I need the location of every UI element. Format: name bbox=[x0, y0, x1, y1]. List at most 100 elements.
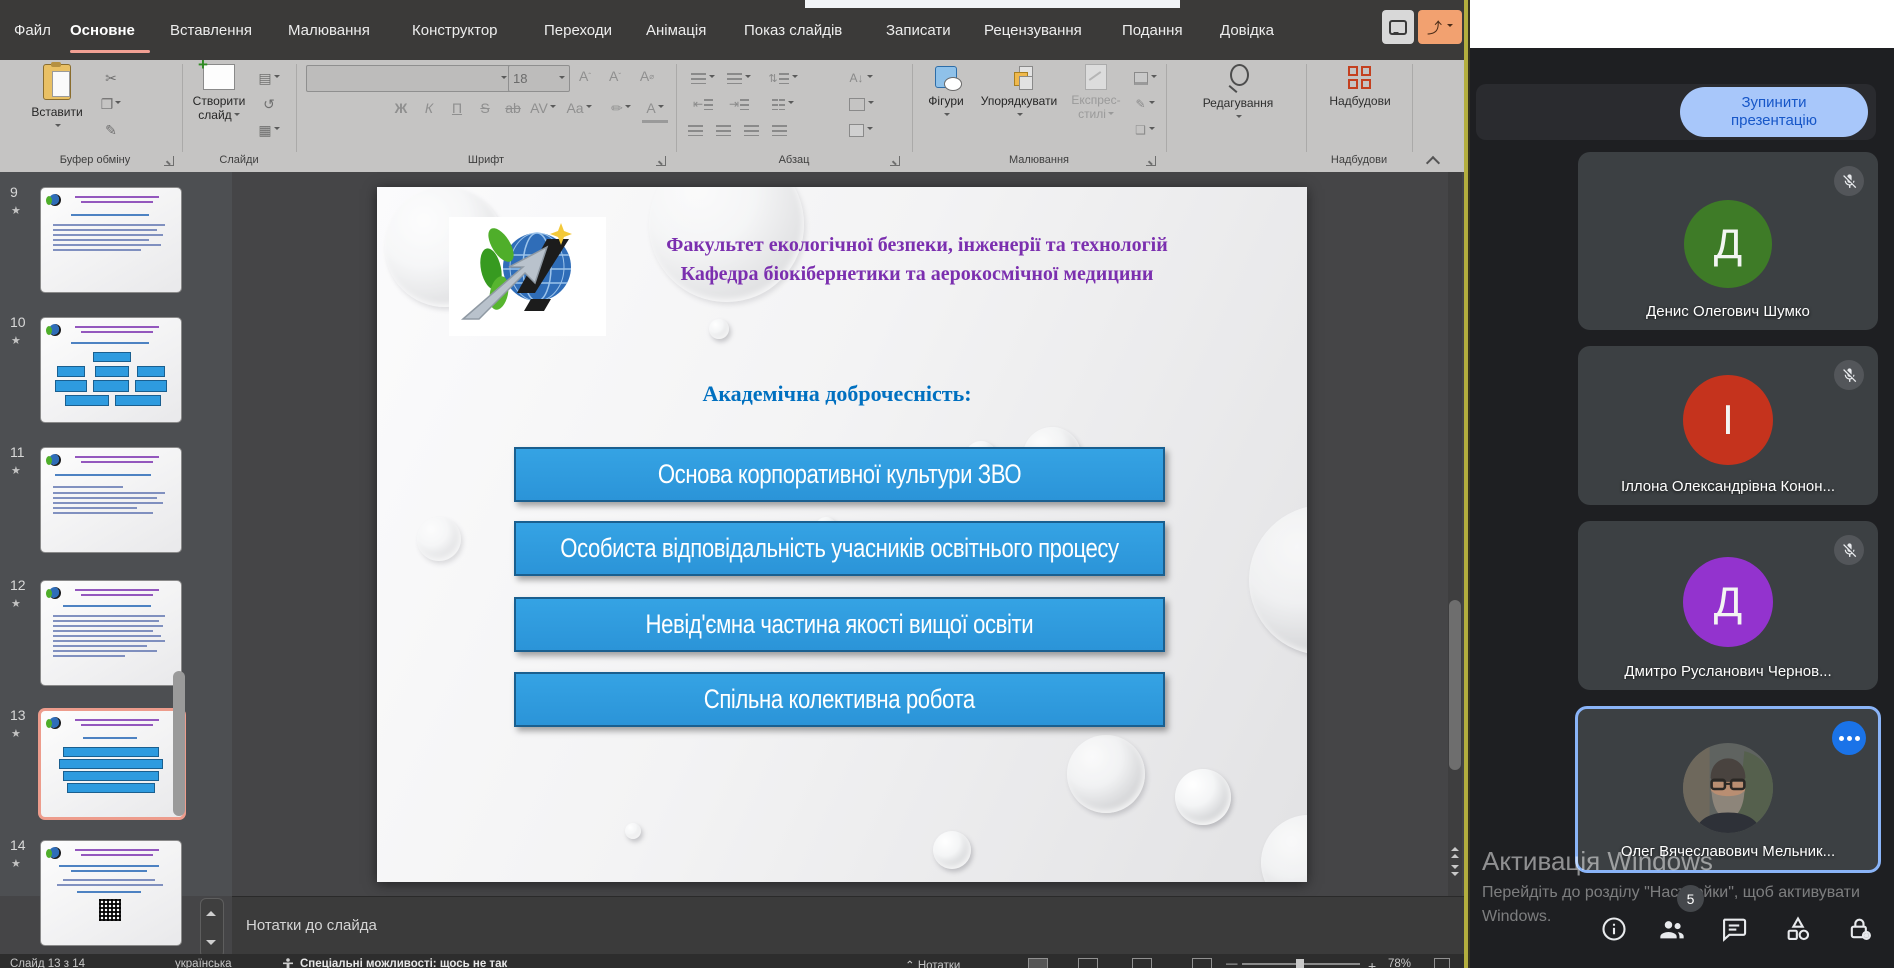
zoom-slider-thumb[interactable] bbox=[1296, 959, 1304, 968]
shape-fill-icon[interactable] bbox=[1130, 66, 1160, 90]
comments-button[interactable] bbox=[1382, 10, 1414, 44]
section-icon[interactable]: ▦ bbox=[254, 118, 284, 142]
tab-design[interactable]: Конструктор bbox=[412, 22, 498, 39]
underline-button[interactable]: П bbox=[444, 96, 470, 120]
notes-toggle[interactable]: ⌃ Нотатки bbox=[905, 958, 960, 968]
shape-effects-icon[interactable]: ❑ bbox=[1130, 118, 1160, 142]
slide-heading[interactable]: Академічна доброчесність: bbox=[517, 381, 1157, 407]
bold-button[interactable]: Ж bbox=[388, 96, 414, 120]
paragraph-dialog-launcher[interactable] bbox=[890, 156, 900, 166]
slide-sorter-view-button[interactable] bbox=[1078, 958, 1098, 968]
decrease-font-icon[interactable]: Aˇ bbox=[602, 64, 628, 88]
arrange-button[interactable]: Упорядкувати bbox=[976, 64, 1062, 122]
quick-styles-button[interactable]: Експрес- стилі bbox=[1066, 64, 1126, 121]
font-name-combobox[interactable] bbox=[306, 65, 512, 92]
shape-outline-icon[interactable]: ✎ bbox=[1130, 92, 1160, 116]
increase-font-icon[interactable]: Aˆ bbox=[572, 64, 598, 88]
sort-icon[interactable]: A↓ bbox=[846, 66, 876, 90]
text-direction-icon[interactable] bbox=[846, 92, 876, 116]
clear-formatting-icon[interactable]: A⌀ bbox=[634, 64, 660, 88]
zoom-level[interactable]: 78% bbox=[1388, 958, 1411, 968]
font-size-combobox[interactable]: 18 bbox=[508, 65, 570, 92]
character-spacing-icon[interactable]: AV bbox=[530, 96, 556, 120]
next-slide-button[interactable] bbox=[1448, 862, 1462, 884]
new-slide-button[interactable]: Створити слайд bbox=[188, 64, 250, 122]
editing-button[interactable]: Редагування bbox=[1190, 64, 1286, 124]
slide-thumbnail-11[interactable] bbox=[40, 447, 182, 553]
tab-file[interactable]: Файл bbox=[14, 22, 51, 39]
tab-record[interactable]: Записати bbox=[886, 22, 951, 39]
activities-icon[interactable] bbox=[1784, 915, 1812, 943]
tab-animations[interactable]: Анімація bbox=[646, 22, 706, 39]
font-color-icon[interactable]: A bbox=[642, 96, 668, 123]
align-right-icon[interactable] bbox=[736, 118, 766, 142]
tab-slideshow[interactable]: Показ слайдів bbox=[744, 22, 842, 39]
numbering-icon[interactable] bbox=[724, 66, 754, 90]
share-button[interactable]: ⤴ bbox=[1418, 10, 1462, 44]
notes-panel[interactable]: Нотатки до слайда bbox=[232, 896, 1464, 954]
slide-thumbnail-9[interactable] bbox=[40, 187, 182, 293]
stop-presenting-button[interactable]: Зупинити презентацію bbox=[1680, 87, 1868, 137]
change-case-icon[interactable]: Aa bbox=[566, 96, 592, 120]
slide-title[interactable]: Факультет екологічної безпеки, інженерії… bbox=[577, 231, 1257, 289]
accessibility-status[interactable]: Спеціальні можливості: щось не так bbox=[300, 958, 507, 968]
tab-view[interactable]: Подання bbox=[1122, 22, 1183, 39]
columns-icon[interactable] bbox=[768, 92, 798, 116]
slide-layout-icon[interactable]: ▤ bbox=[254, 66, 284, 90]
slide-thumbnail-12[interactable] bbox=[40, 580, 182, 686]
slideshow-button[interactable] bbox=[1192, 958, 1212, 968]
canvas-scrollbar-thumb[interactable] bbox=[1449, 600, 1461, 770]
canvas-scrollbar[interactable] bbox=[1448, 172, 1462, 896]
fit-slide-button[interactable] bbox=[1434, 958, 1450, 968]
strikethrough-button[interactable]: S bbox=[472, 96, 498, 120]
reset-slide-icon[interactable]: ↺ bbox=[254, 92, 284, 116]
slide-box-1[interactable]: Основа корпоративної культури ЗВО bbox=[514, 447, 1165, 502]
normal-view-button[interactable] bbox=[1028, 958, 1048, 968]
thumbnail-scrollbar-thumb[interactable] bbox=[173, 671, 185, 816]
language-status[interactable]: українська bbox=[175, 958, 232, 968]
participant-tile[interactable]: Д Денис Олегович Шумко bbox=[1578, 152, 1878, 330]
convert-smartart-icon[interactable] bbox=[846, 118, 876, 142]
collapse-ribbon-icon[interactable] bbox=[1426, 156, 1440, 170]
chat-icon[interactable] bbox=[1720, 915, 1748, 943]
slide-thumbnail-14[interactable] bbox=[40, 840, 182, 946]
align-center-icon[interactable] bbox=[708, 118, 738, 142]
tab-transitions[interactable]: Переходи bbox=[544, 22, 612, 39]
participant-tile[interactable]: І Іллона Олександрівна Конон... bbox=[1578, 346, 1878, 505]
highlight-color-icon[interactable]: ✏ bbox=[608, 96, 634, 120]
slide-thumbnail-10[interactable] bbox=[40, 317, 182, 423]
slide-canvas[interactable]: Факультет екологічної безпеки, інженерії… bbox=[377, 187, 1307, 882]
tab-review[interactable]: Рецензування bbox=[984, 22, 1082, 39]
slide-box-4[interactable]: Спільна колективна робота bbox=[514, 672, 1165, 727]
participants-icon[interactable] bbox=[1658, 915, 1686, 943]
tab-insert[interactable]: Вставлення bbox=[170, 22, 252, 39]
tab-help[interactable]: Довідка bbox=[1220, 22, 1274, 39]
italic-button[interactable]: К bbox=[416, 96, 442, 120]
tab-home[interactable]: Основне bbox=[70, 22, 135, 39]
font-dialog-launcher[interactable] bbox=[656, 156, 666, 166]
participant-tile[interactable]: Д Дмитро Русланович Чернов... bbox=[1578, 521, 1878, 690]
subscript-icon[interactable]: ab bbox=[500, 96, 526, 120]
zoom-in-button[interactable]: + bbox=[1368, 958, 1376, 968]
zoom-out-button[interactable]: — bbox=[1226, 958, 1238, 968]
cut-icon[interactable]: ✂ bbox=[96, 66, 126, 90]
slide-box-2[interactable]: Особиста відповідальність учасників осві… bbox=[514, 521, 1165, 576]
previous-slide-button[interactable] bbox=[1448, 838, 1462, 860]
clipboard-dialog-launcher[interactable] bbox=[164, 156, 174, 166]
slide-thumbnail-13-selected[interactable] bbox=[38, 708, 186, 820]
justify-icon[interactable] bbox=[764, 118, 794, 142]
align-left-icon[interactable] bbox=[680, 118, 710, 142]
reading-view-button[interactable] bbox=[1132, 958, 1152, 968]
decrease-indent-icon[interactable]: ⇤ bbox=[688, 92, 718, 116]
increase-indent-icon[interactable]: ⇥ bbox=[724, 92, 754, 116]
notes-scroll-control[interactable] bbox=[200, 898, 224, 958]
shapes-button[interactable]: Фігури bbox=[920, 64, 972, 122]
drawing-dialog-launcher[interactable] bbox=[1146, 156, 1156, 166]
meeting-details-icon[interactable] bbox=[1600, 915, 1628, 943]
participant-tile-active[interactable]: Олег Вячеславович Мельник... bbox=[1575, 706, 1881, 873]
format-painter-icon[interactable]: ✎ bbox=[96, 118, 126, 142]
paste-button[interactable]: Вставити bbox=[24, 64, 90, 133]
tile-more-options-button[interactable] bbox=[1832, 721, 1866, 755]
addins-button[interactable]: Надбудови bbox=[1322, 64, 1398, 108]
line-spacing-icon[interactable]: ⇅ bbox=[768, 66, 798, 90]
